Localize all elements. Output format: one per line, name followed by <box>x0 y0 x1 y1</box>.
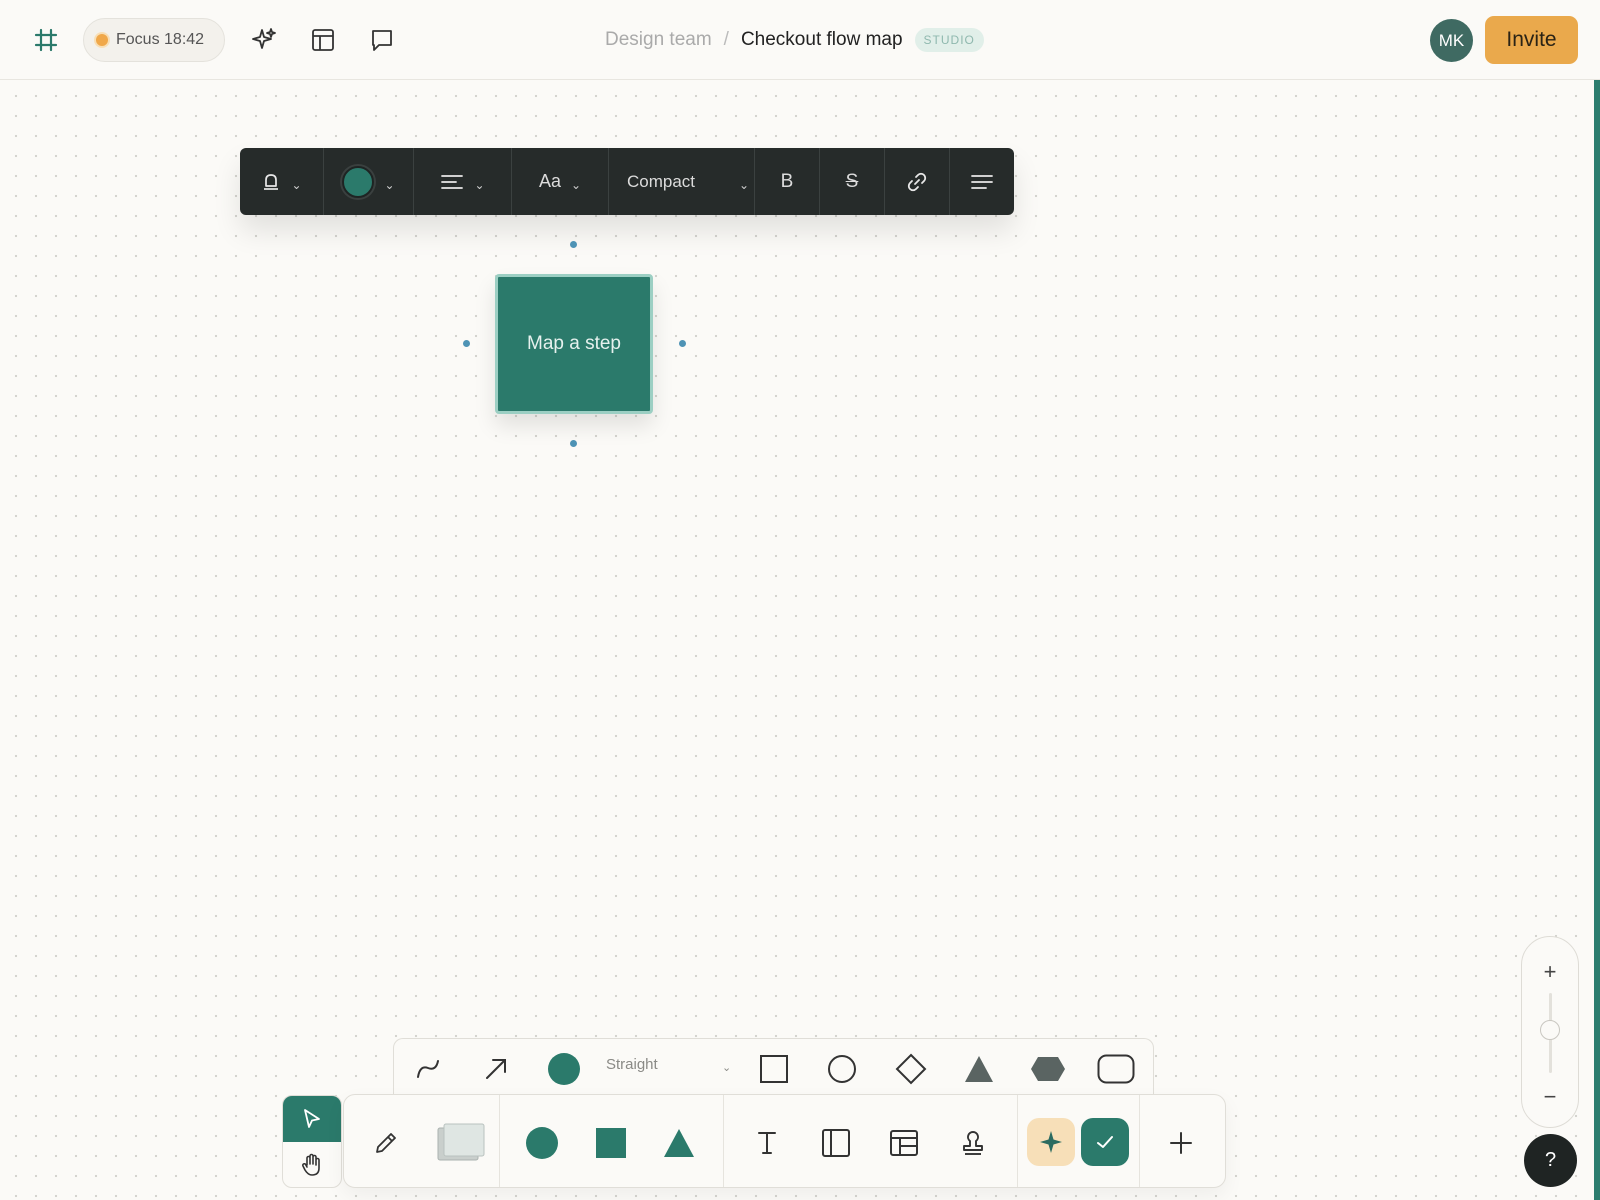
user-avatar[interactable]: MK <box>1430 19 1473 62</box>
toolbar-divider <box>1017 1095 1018 1187</box>
rounded-rect-outline-icon[interactable] <box>1096 1051 1136 1087</box>
shape-toolbar: Straight ⌄ <box>393 1038 1154 1098</box>
size-label: Compact <box>627 171 696 191</box>
format-toolbar: ⌄ ⌄ ⌄ Aa ⌄ Compact ⌄ B S <box>240 148 1014 215</box>
focus-timer-label: Focus 18:42 <box>116 31 205 48</box>
curve-line-icon[interactable] <box>408 1051 448 1087</box>
circle-shape-icon[interactable] <box>522 1123 562 1163</box>
text-align-dropdown[interactable]: ⌄ <box>414 148 512 215</box>
pencil-icon[interactable] <box>366 1123 406 1163</box>
link-icon <box>907 172 927 191</box>
line-style-label[interactable]: Straight <box>606 1056 658 1073</box>
breadcrumb-separator: / <box>723 29 729 50</box>
bold-label: B <box>780 170 794 192</box>
strikethrough-button[interactable]: S <box>820 148 885 215</box>
more-options-button[interactable] <box>950 148 1014 215</box>
check-icon <box>1097 1136 1113 1148</box>
diamond-outline-icon[interactable] <box>891 1051 931 1087</box>
step-node[interactable]: Map a step <box>495 274 653 414</box>
toolbar-divider <box>499 1095 500 1187</box>
bell-shape-icon <box>264 173 279 190</box>
text-tool-icon[interactable] <box>747 1123 787 1163</box>
breadcrumb-team[interactable]: Design team <box>605 29 712 51</box>
chevron-down-icon: ⌄ <box>739 177 750 192</box>
hexagon-icon[interactable] <box>1028 1051 1068 1087</box>
sparkle-icon <box>1040 1131 1062 1153</box>
zoom-slider-thumb[interactable] <box>1540 1020 1560 1040</box>
board-title[interactable]: Checkout flow map <box>741 29 903 51</box>
triangle-icon[interactable] <box>959 1051 999 1087</box>
link-button[interactable] <box>885 148 950 215</box>
menu-lines-icon <box>971 174 993 189</box>
connector-handle-left[interactable] <box>463 340 470 347</box>
toolbar-divider <box>723 1095 724 1187</box>
table-tool-icon[interactable] <box>884 1123 924 1163</box>
grid-logo-icon[interactable] <box>30 24 62 56</box>
chevron-down-icon: ⌄ <box>474 177 485 192</box>
breadcrumb: Design team / Checkout flow map STUDIO <box>605 26 984 54</box>
triangle-shape-icon[interactable] <box>659 1123 699 1163</box>
font-dropdown[interactable]: Aa ⌄ <box>512 148 609 215</box>
shape-style-dropdown[interactable]: ⌄ <box>240 148 324 215</box>
invite-button[interactable]: Invite <box>1485 16 1578 64</box>
zoom-out-button[interactable]: − <box>1522 1082 1578 1112</box>
canvas-edge-accent <box>1594 80 1600 1200</box>
chevron-down-icon[interactable]: ⌄ <box>722 1061 731 1074</box>
bold-button[interactable]: B <box>755 148 820 215</box>
font-label: Aa <box>538 171 561 191</box>
strikethrough-label: S <box>845 170 859 192</box>
line-color-swatch[interactable] <box>544 1051 584 1087</box>
hand-tool-button[interactable] <box>283 1142 341 1187</box>
square-shape-icon[interactable] <box>591 1123 631 1163</box>
step-node-label[interactable]: Map a step <box>527 333 621 355</box>
plan-badge: STUDIO <box>914 28 984 52</box>
chevron-down-icon: ⌄ <box>291 177 302 192</box>
sticky-notes-icon[interactable] <box>434 1123 488 1163</box>
focus-indicator-icon <box>96 34 108 46</box>
connector-handle-right[interactable] <box>679 340 686 347</box>
frame-tool-icon[interactable] <box>816 1123 856 1163</box>
toolbar-divider <box>1139 1095 1140 1187</box>
square-outline-icon[interactable] <box>754 1051 794 1087</box>
select-tool-button[interactable] <box>283 1096 341 1142</box>
stamp-tool-icon[interactable] <box>953 1123 993 1163</box>
sparkle-icon[interactable] <box>248 24 280 56</box>
fill-color-dropdown[interactable]: ⌄ <box>324 148 414 215</box>
fill-color-swatch <box>342 165 375 198</box>
arrow-line-icon[interactable] <box>476 1051 516 1087</box>
cursor-icon <box>304 1109 320 1128</box>
chevron-down-icon: ⌄ <box>384 177 395 192</box>
comment-icon[interactable] <box>366 24 398 56</box>
connector-handle-top[interactable] <box>570 241 577 248</box>
add-icon[interactable] <box>1161 1123 1201 1163</box>
checkmark-sticker-button[interactable] <box>1081 1118 1129 1166</box>
zoom-in-button[interactable]: + <box>1522 957 1578 987</box>
hand-icon <box>302 1153 320 1176</box>
chevron-down-icon: ⌄ <box>570 177 582 192</box>
whiteboard-canvas[interactable] <box>0 80 1594 1200</box>
top-bar: Focus 18:42 Design team / Checkout flow … <box>0 0 1600 80</box>
main-toolbar <box>343 1094 1226 1188</box>
focus-timer[interactable]: Focus 18:42 <box>83 18 225 62</box>
panel-layout-icon[interactable] <box>307 24 339 56</box>
size-dropdown[interactable]: Compact ⌄ <box>609 148 755 215</box>
align-left-icon <box>441 174 464 189</box>
connector-handle-bottom[interactable] <box>570 440 577 447</box>
ai-assist-button[interactable] <box>1027 1118 1075 1166</box>
circle-outline-icon[interactable] <box>822 1051 862 1087</box>
help-button[interactable]: ? <box>1524 1134 1577 1187</box>
mode-switcher <box>282 1095 342 1188</box>
zoom-control: + − <box>1521 936 1579 1128</box>
